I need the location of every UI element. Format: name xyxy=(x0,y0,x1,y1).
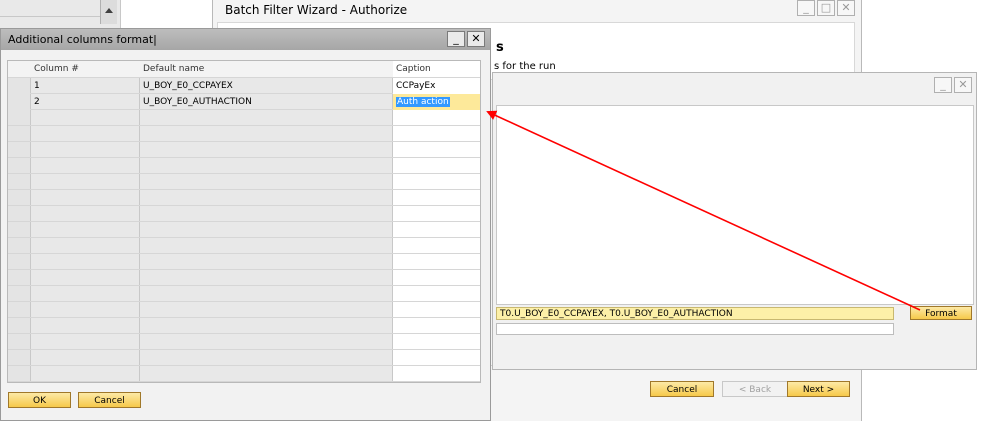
row-selector[interactable] xyxy=(8,78,30,94)
header-default-name[interactable]: Default name xyxy=(140,61,392,77)
ok-button[interactable]: OK xyxy=(8,392,71,408)
grid-header-row: Column # Default name Caption xyxy=(8,61,480,77)
grid-row-line xyxy=(8,221,480,222)
inner-window-buttons: _ ✕ xyxy=(932,77,972,93)
row-default-name: U_BOY_E0_AUTHACTION xyxy=(143,97,252,107)
grid-row-line xyxy=(8,301,480,302)
grid-row-line xyxy=(8,365,480,366)
header-caption[interactable]: Caption xyxy=(393,61,480,77)
acf-title-bar: Additional columns format| _ ✕ xyxy=(1,29,490,50)
acf-window-buttons: _ ✕ xyxy=(445,31,485,47)
grid-row-line xyxy=(8,285,480,286)
wizard-next-button[interactable]: Next > xyxy=(787,381,850,397)
minimize-icon[interactable]: _ xyxy=(797,0,815,16)
grid-row-line xyxy=(8,317,480,318)
grid-row-line xyxy=(8,173,480,174)
background-grid-line xyxy=(0,16,100,17)
wizard-window-buttons: _ □ ✕ xyxy=(795,0,855,16)
columns-text-area[interactable] xyxy=(496,105,974,305)
wizard-title: Batch Filter Wizard - Authorize xyxy=(225,3,408,17)
row-caption-input-active[interactable]: Auth action xyxy=(393,94,480,110)
wizard-header-subtitle: s for the run xyxy=(494,61,556,72)
grid-row-line xyxy=(8,157,480,158)
up-arrow-icon xyxy=(105,8,113,13)
row-default-name: U_BOY_E0_CCPAYEX xyxy=(143,81,233,91)
acf-title: Additional columns format| xyxy=(8,33,157,46)
grid-row-line xyxy=(8,141,480,142)
wizard-cancel-button[interactable]: Cancel xyxy=(650,381,714,397)
grid-row-line xyxy=(8,189,480,190)
columns-dialog: _ ✕ T0.U_BOY_E0_CCPAYEX, T0.U_BOY_E0_AUTH… xyxy=(492,72,977,370)
table-row[interactable]: 1 U_BOY_E0_CCPAYEX CCPayEx xyxy=(8,78,480,94)
grid-row-line xyxy=(8,381,480,382)
columns-field[interactable]: T0.U_BOY_E0_CCPAYEX, T0.U_BOY_E0_AUTHACT… xyxy=(496,307,894,320)
empty-field[interactable] xyxy=(496,323,894,335)
row-number: 1 xyxy=(34,81,40,91)
row-selector[interactable] xyxy=(8,94,30,110)
maximize-icon[interactable]: □ xyxy=(817,0,835,16)
cancel-button[interactable]: Cancel xyxy=(78,392,141,408)
minimize-icon[interactable]: _ xyxy=(934,77,952,93)
grid-row-line xyxy=(8,253,480,254)
close-icon[interactable]: ✕ xyxy=(954,77,972,93)
close-icon[interactable]: ✕ xyxy=(467,31,485,47)
row-caption-input[interactable]: CCPayEx xyxy=(393,78,480,94)
wizard-header-title: s xyxy=(496,40,504,55)
grid-row-line xyxy=(8,269,480,270)
selected-caption-text[interactable]: Auth action xyxy=(396,97,450,107)
header-corner xyxy=(8,61,30,77)
grid-row-line xyxy=(8,333,480,334)
header-column-number[interactable]: Column # xyxy=(31,61,139,77)
grid-row-line xyxy=(8,237,480,238)
additional-columns-format-dialog: Additional columns format| _ ✕ Column # D… xyxy=(0,28,491,421)
background-scroll-up-button[interactable] xyxy=(100,0,117,24)
grid-row-line xyxy=(8,125,480,126)
row-number: 2 xyxy=(34,97,40,107)
close-icon[interactable]: ✕ xyxy=(837,0,855,16)
columns-grid: Column # Default name Caption 1 U_BOY_E0… xyxy=(7,60,481,383)
wizard-back-button[interactable]: < Back xyxy=(722,381,788,397)
grid-row-line xyxy=(8,205,480,206)
minimize-icon[interactable]: _ xyxy=(447,31,465,47)
grid-row-line xyxy=(8,349,480,350)
format-button[interactable]: Format xyxy=(910,306,972,320)
table-row[interactable]: 2 U_BOY_E0_AUTHACTION Auth action xyxy=(8,94,480,110)
